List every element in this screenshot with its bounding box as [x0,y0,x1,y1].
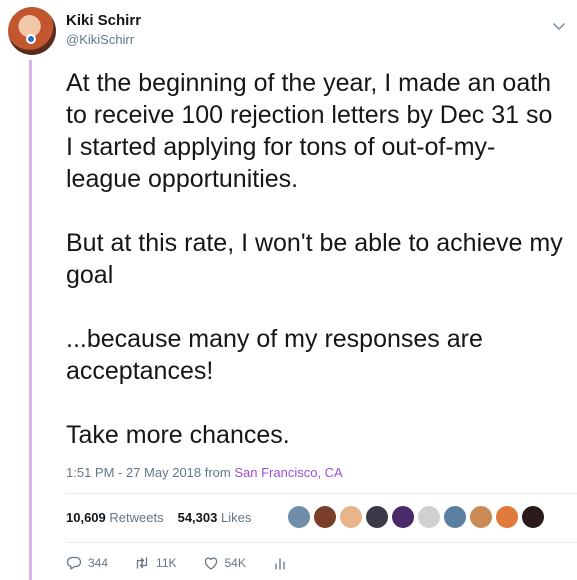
retweet-icon [136,557,148,569]
reply-icon [66,556,82,570]
liker-avatar[interactable] [339,505,363,529]
liker-avatar[interactable] [417,505,441,529]
tweet-paragraph: Take more chances. [66,421,290,449]
location-link[interactable]: San Francisco, CA [234,465,342,480]
retweets-count: 10,609 [66,510,106,525]
avatar[interactable] [8,7,56,55]
analytics-icon [275,558,285,570]
liker-avatar[interactable] [521,505,545,529]
tweet-actions: 344 11K 54K [66,555,314,571]
tweet-paragraph: But at this rate, I won't be able to ach… [66,229,563,289]
liker-avatars[interactable] [287,505,547,529]
like-count: 54K [224,556,246,570]
avatar-badge [26,34,36,44]
tweet-paragraph: ...because many of my responses are acce… [66,325,483,385]
liker-avatar[interactable] [469,505,493,529]
thread-line [29,60,32,580]
engagement-stats: 10,609 Retweets 54,303 Likes [66,510,251,525]
divider [66,542,577,543]
tweet-timestamp: 1:51 PM - 27 May 2018 from San Francisco… [66,465,343,480]
time-date[interactable]: 1:51 PM - 27 May 2018 from [66,465,234,480]
liker-avatar[interactable] [391,505,415,529]
liker-avatar[interactable] [287,505,311,529]
tweet-paragraph: At the beginning of the year, I made an … [66,69,553,193]
retweets-label: Retweets [109,510,164,525]
liker-avatar[interactable] [443,505,467,529]
divider [66,493,577,494]
like-button[interactable]: 54K [203,555,246,571]
reply-count: 344 [88,556,109,570]
heart-icon [204,557,217,570]
analytics-button[interactable] [272,555,288,571]
tweet-text: At the beginning of the year, I made an … [66,67,566,451]
liker-avatar[interactable] [495,505,519,529]
author-name[interactable]: Kiki Schirr [66,12,141,29]
likes-count: 54,303 [177,510,218,525]
likes-stat[interactable]: 54,303 Likes [178,510,252,525]
retweets-stat[interactable]: 10,609 Retweets [66,510,164,525]
likes-label: Likes [220,510,252,525]
liker-avatar[interactable] [365,505,389,529]
chevron-down-icon[interactable] [552,22,566,32]
retweet-count: 11K [156,556,177,570]
author-handle[interactable]: @KikiSchirr [66,32,134,47]
retweet-button[interactable]: 11K [134,555,177,571]
reply-button[interactable]: 344 [66,555,108,571]
liker-avatar[interactable] [313,505,337,529]
